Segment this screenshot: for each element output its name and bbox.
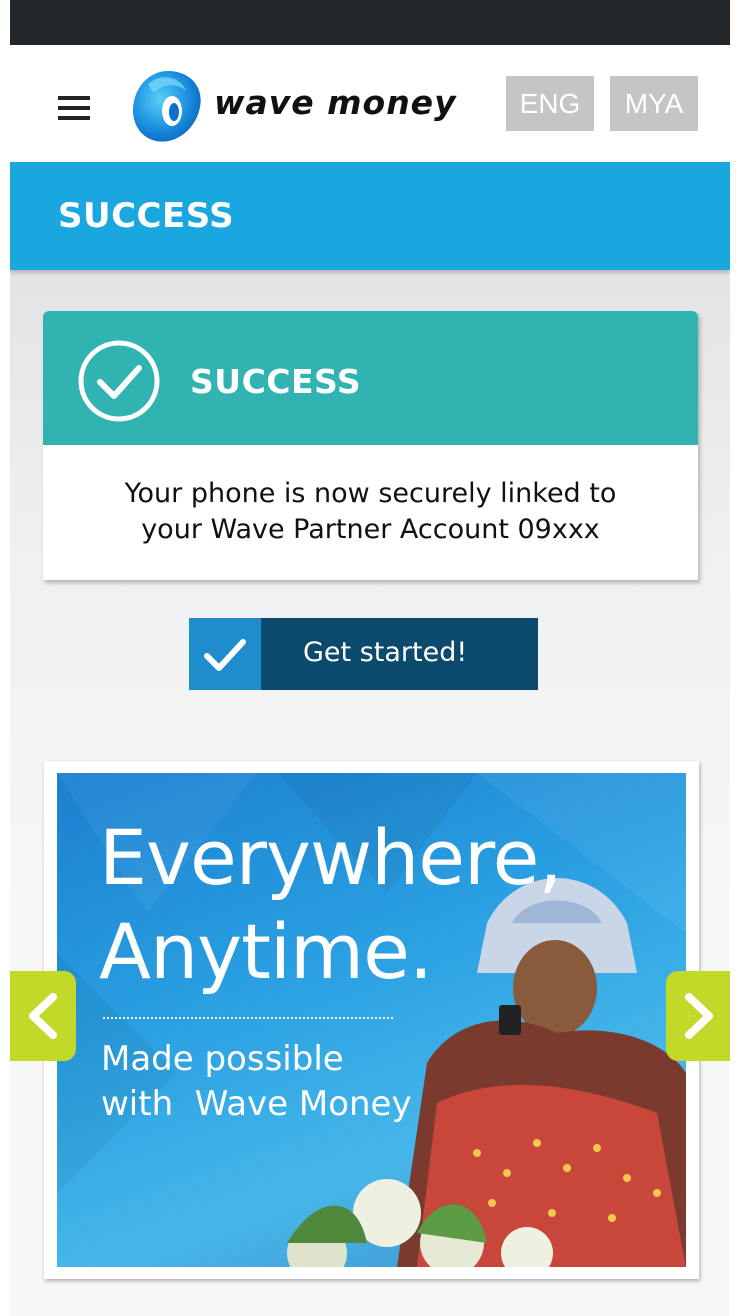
- success-message: Your phone is now securely linked to you…: [63, 476, 678, 548]
- banner-subtitle-line2: with Wave Money: [101, 1084, 412, 1124]
- promo-banner[interactable]: Everywhere, Anytime. Made possible with …: [44, 761, 699, 1279]
- success-message-line1: Your phone is now securely linked to: [124, 478, 617, 509]
- banner-divider: [103, 1017, 393, 1019]
- banner-headline: Everywhere, Anytime.: [99, 811, 563, 999]
- carousel-next-button[interactable]: [666, 971, 730, 1061]
- banner-subtitle: Made possible with Wave Money: [101, 1037, 412, 1127]
- chevron-left-icon: [29, 993, 57, 1039]
- banner-subtitle-line1: Made possible: [101, 1039, 344, 1079]
- success-heading: SUCCESS: [190, 362, 362, 401]
- banner-headline-line2: Anytime.: [99, 907, 433, 996]
- carousel-prev-button[interactable]: [10, 971, 76, 1061]
- status-bar: [10, 0, 730, 45]
- get-started-button[interactable]: Get started!: [189, 618, 538, 690]
- page-title-bar: SUCCESS: [10, 162, 730, 270]
- success-card-body: Your phone is now securely linked to you…: [43, 445, 698, 580]
- menu-icon[interactable]: [58, 96, 90, 120]
- check-circle-icon: [78, 340, 160, 422]
- get-started-label-box: Get started!: [261, 618, 538, 690]
- brand-name: wave money: [214, 83, 457, 122]
- get-started-label: Get started!: [303, 637, 468, 668]
- chevron-right-icon: [685, 993, 713, 1039]
- banner-headline-line1: Everywhere,: [99, 813, 563, 902]
- success-card: SUCCESS Your phone is now securely linke…: [43, 311, 698, 580]
- wave-logo-icon: [132, 71, 201, 142]
- lang-eng-button[interactable]: ENG: [506, 76, 594, 131]
- get-started-icon-box: [189, 618, 261, 690]
- app-frame: wave money ENG MYA SUCCESS SUCCESS Your …: [10, 0, 730, 1316]
- checkmark-icon: [204, 639, 246, 671]
- page-title: SUCCESS: [58, 196, 235, 236]
- lang-mya-button[interactable]: MYA: [610, 76, 698, 131]
- success-card-header: SUCCESS: [43, 311, 698, 445]
- header: wave money ENG MYA: [10, 45, 730, 162]
- wave-money-logo[interactable]: wave money: [128, 67, 456, 147]
- promo-banner-image: Everywhere, Anytime. Made possible with …: [57, 773, 686, 1267]
- success-message-line2: your Wave Partner Account 09xxx: [141, 514, 600, 545]
